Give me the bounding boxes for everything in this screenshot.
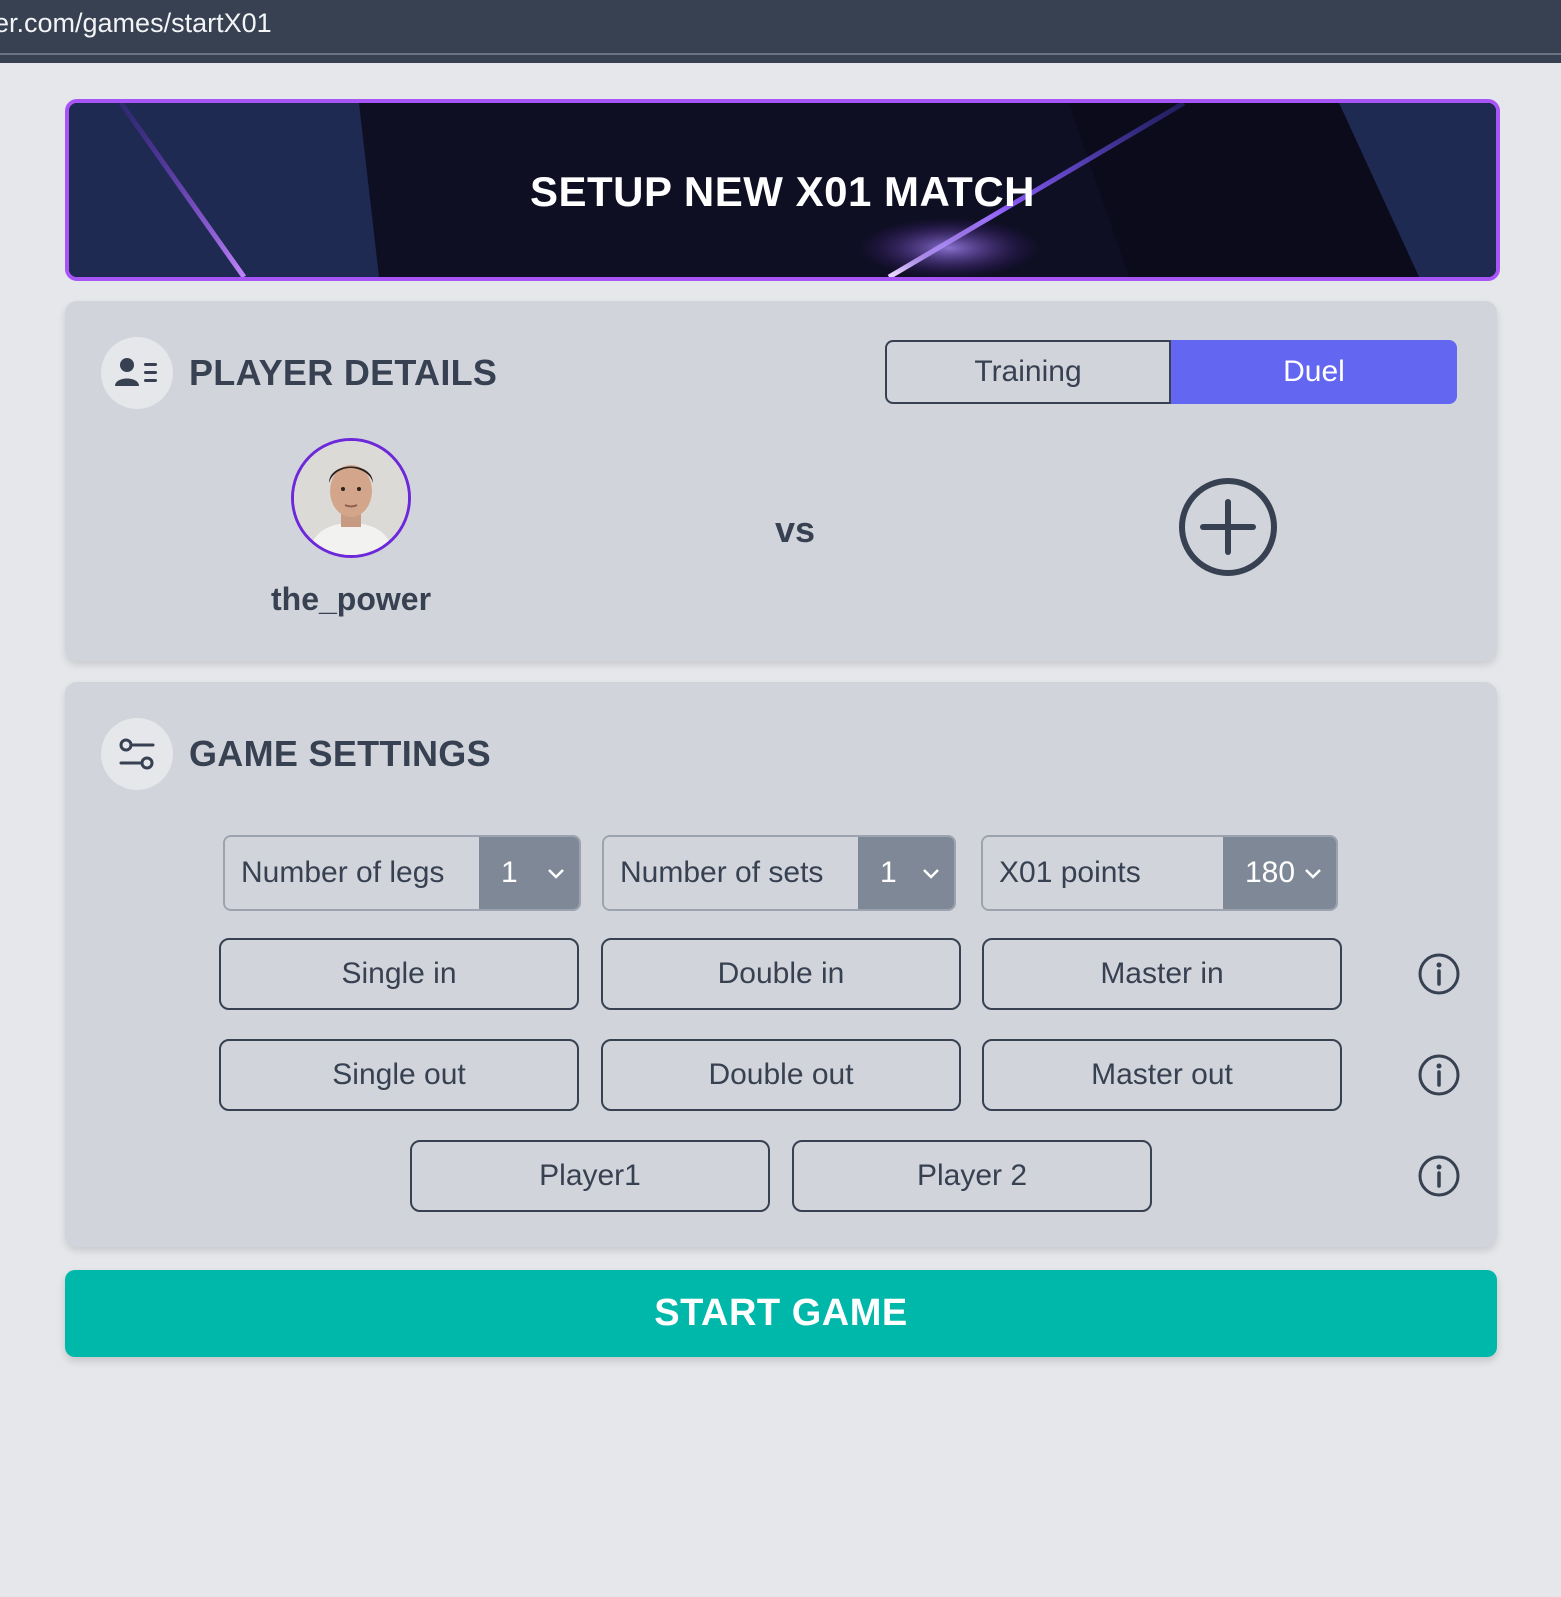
game-settings-card: GAME SETTINGS Number of legs 1 Number of…: [65, 682, 1497, 1247]
sets-label: Number of sets: [604, 837, 858, 909]
single-out-button[interactable]: Single out: [219, 1039, 579, 1111]
master-out-button[interactable]: Master out: [982, 1039, 1342, 1111]
points-select-group: X01 points 180: [981, 835, 1338, 911]
sets-select-group: Number of sets 1: [602, 835, 956, 911]
mode-toggle: Training Duel: [885, 340, 1457, 404]
chevron-down-icon: [923, 869, 939, 879]
master-in-button[interactable]: Master in: [982, 938, 1342, 1010]
game-settings-header: GAME SETTINGS: [101, 718, 491, 790]
training-mode-button[interactable]: Training: [885, 340, 1171, 404]
vs-label: vs: [775, 509, 816, 550]
player2-start-button[interactable]: Player 2: [792, 1140, 1152, 1212]
player1-name: the_power: [270, 581, 432, 617]
sets-value: 1: [880, 856, 897, 889]
users-list-icon: [101, 337, 173, 409]
player-details-card: PLAYER DETAILS Training Duel the_power v…: [65, 301, 1497, 661]
legs-label: Number of legs: [225, 837, 479, 909]
legs-select[interactable]: 1: [479, 837, 579, 909]
page-title: SETUP NEW X01 MATCH: [529, 168, 1035, 215]
page-banner: SETUP NEW X01 MATCH: [65, 99, 1500, 281]
start-game-button[interactable]: START GAME: [65, 1270, 1497, 1357]
sliders-icon: [101, 718, 173, 790]
double-in-button[interactable]: Double in: [601, 938, 961, 1010]
player-details-header: PLAYER DETAILS: [101, 337, 497, 409]
info-icon[interactable]: [1417, 952, 1461, 996]
points-select[interactable]: 180: [1223, 837, 1336, 909]
browser-bar-divider: [0, 55, 1561, 63]
double-out-button[interactable]: Double out: [601, 1039, 961, 1111]
url-text: er.com/games/startX01: [0, 8, 272, 38]
duel-mode-button[interactable]: Duel: [1171, 340, 1457, 404]
points-value: 180: [1245, 856, 1296, 889]
single-in-button[interactable]: Single in: [219, 938, 579, 1010]
points-label: X01 points: [983, 837, 1223, 909]
legs-value: 1: [501, 856, 518, 889]
chevron-down-icon: [1305, 869, 1321, 879]
avatar-photo: [294, 441, 408, 555]
player-details-title: PLAYER DETAILS: [189, 352, 498, 393]
chevron-down-icon: [548, 869, 564, 879]
browser-url-bar[interactable]: er.com/games/startX01: [0, 0, 1561, 55]
add-player-icon[interactable]: [1178, 477, 1278, 577]
info-icon[interactable]: [1417, 1053, 1461, 1097]
game-settings-title: GAME SETTINGS: [189, 733, 491, 774]
player1-avatar[interactable]: [291, 438, 411, 558]
info-icon[interactable]: [1417, 1154, 1461, 1198]
player1-start-button[interactable]: Player1: [410, 1140, 770, 1212]
sets-select[interactable]: 1: [858, 837, 954, 909]
legs-select-group: Number of legs 1: [223, 835, 581, 911]
